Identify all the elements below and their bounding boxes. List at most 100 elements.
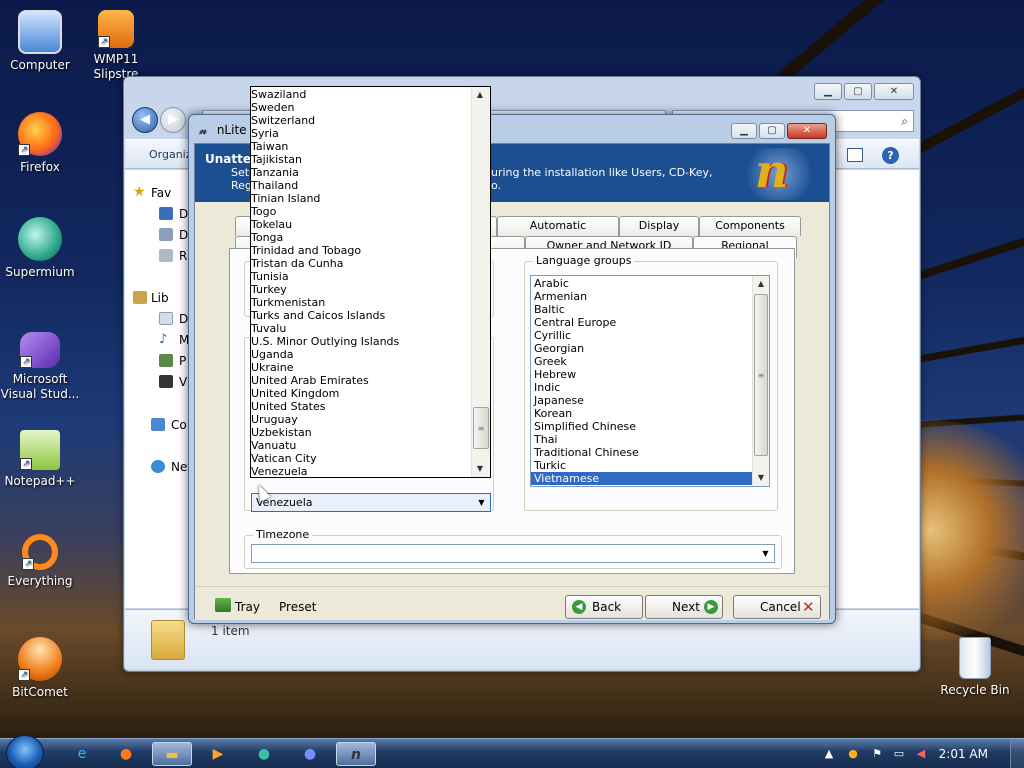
language-group-option[interactable]: Georgian xyxy=(531,342,753,355)
desktop-icon-notepad-plus-plus[interactable]: ↗ Notepad++ xyxy=(0,430,80,489)
language-group-option[interactable]: Japanese xyxy=(531,394,753,407)
language-group-option[interactable]: Vietnamese xyxy=(531,472,753,485)
country-dropdown-scrollbar[interactable]: ▲ ≡ ▼ xyxy=(471,87,490,477)
nav-computer[interactable]: Co xyxy=(171,418,187,432)
nav-desktop[interactable]: D xyxy=(179,207,188,221)
scroll-up-icon[interactable]: ▲ xyxy=(472,87,488,103)
forward-arrow-icon[interactable]: ▶ xyxy=(160,107,186,133)
country-option[interactable]: Tunisia xyxy=(251,270,473,283)
country-option[interactable]: Tajikistan xyxy=(251,153,473,166)
desktop-icon-recycle-bin[interactable]: Recycle Bin xyxy=(935,637,1015,698)
desktop-icon-everything[interactable]: ↗ Everything xyxy=(0,534,80,589)
country-option[interactable]: U.S. Minor Outlying Islands xyxy=(251,335,473,348)
desktop-icon-firefox[interactable]: ↗ Firefox xyxy=(0,112,80,175)
desktop-icon-computer[interactable]: Computer xyxy=(0,10,80,73)
nav-libraries[interactable]: Lib xyxy=(151,291,169,305)
country-option[interactable]: Uruguay xyxy=(251,413,473,426)
language-group-option[interactable]: Baltic xyxy=(531,303,753,316)
country-option[interactable]: Tuvalu xyxy=(251,322,473,335)
scroll-up-icon[interactable]: ▲ xyxy=(753,276,769,292)
nav-documents[interactable]: D xyxy=(179,312,188,326)
language-group-option[interactable]: Indic xyxy=(531,381,753,394)
preset-button[interactable]: Preset xyxy=(279,600,316,614)
back-arrow-icon[interactable]: ◀ xyxy=(132,107,158,133)
language-group-option[interactable]: Korean xyxy=(531,407,753,420)
country-option[interactable]: Turkmenistan xyxy=(251,296,473,309)
scroll-down-icon[interactable]: ▼ xyxy=(472,461,488,477)
tray-app-icon[interactable]: ● xyxy=(846,747,860,761)
country-option[interactable]: Taiwan xyxy=(251,140,473,153)
tab-automatic-updates[interactable]: Automatic Updates xyxy=(497,216,619,250)
country-dropdown-list[interactable]: Swaziland Sweden Switzerland Syria Taiwan Taj… xyxy=(250,86,491,478)
country-option[interactable]: Vanuatu xyxy=(251,439,473,452)
cancel-button[interactable]: Cancel ✕ xyxy=(733,595,821,619)
language-scrollbar[interactable]: ▲ ≡ ▼ xyxy=(752,276,769,486)
show-desktop-button[interactable] xyxy=(1010,739,1024,768)
help-icon[interactable]: ? xyxy=(882,147,899,164)
nlite-icon[interactable]: n xyxy=(336,742,376,766)
country-option[interactable]: Tokelau xyxy=(251,218,473,231)
desktop-icon-supermium[interactable]: Supermium xyxy=(0,217,80,280)
nav-pictures[interactable]: P xyxy=(179,354,186,368)
country-option[interactable]: Tonga xyxy=(251,231,473,244)
preview-pane-icon[interactable] xyxy=(847,148,863,162)
language-group-option[interactable]: Greek xyxy=(531,355,753,368)
country-option[interactable]: Switzerland xyxy=(251,114,473,127)
language-group-option[interactable]: Armenian xyxy=(531,290,753,303)
country-option[interactable]: Turkey xyxy=(251,283,473,296)
country-option[interactable]: Swaziland xyxy=(251,88,473,101)
country-option[interactable]: Venezuela xyxy=(251,465,473,478)
media-player-icon[interactable]: ▶ xyxy=(198,742,238,766)
network-icon[interactable]: ▭ xyxy=(892,747,906,761)
desktop-icon-bitcomet[interactable]: ↗ BitComet xyxy=(0,637,80,700)
country-option[interactable]: Uganda xyxy=(251,348,473,361)
country-option[interactable]: Syria xyxy=(251,127,473,140)
action-center-flag-icon[interactable]: ⚑ xyxy=(870,747,884,761)
explorer-folder-icon[interactable]: ▬ xyxy=(152,742,192,766)
scroll-down-icon[interactable]: ▼ xyxy=(753,470,769,486)
minimize-button[interactable]: ▁ xyxy=(731,123,757,139)
country-option[interactable]: Tristan da Cunha xyxy=(251,257,473,270)
language-group-option[interactable]: Arabic xyxy=(531,277,753,290)
supermium-icon[interactable]: ● xyxy=(244,742,284,766)
timezone-select[interactable]: ▼ xyxy=(251,544,775,563)
show-hidden-icons-icon[interactable]: ▲ xyxy=(822,747,836,761)
country-option[interactable]: Tinian Island xyxy=(251,192,473,205)
country-option[interactable]: Sweden xyxy=(251,101,473,114)
country-select[interactable]: Venezuela ▼ xyxy=(251,493,491,512)
country-option[interactable]: Turks and Caicos Islands xyxy=(251,309,473,322)
maximize-button[interactable]: ▢ xyxy=(844,83,872,100)
organize-button[interactable]: Organiz xyxy=(149,148,192,161)
close-button[interactable]: ✕ xyxy=(874,83,914,100)
country-option[interactable]: Trinidad and Tobago xyxy=(251,244,473,257)
minimize-button[interactable]: ▁ xyxy=(814,83,842,100)
country-option[interactable]: United Arab Emirates xyxy=(251,374,473,387)
country-option[interactable]: Ukraine xyxy=(251,361,473,374)
next-button[interactable]: Next ▶ xyxy=(645,595,723,619)
start-button[interactable] xyxy=(6,735,44,768)
close-button[interactable]: ✕ xyxy=(787,123,827,139)
tray-button[interactable]: Tray xyxy=(235,600,260,614)
nav-videos[interactable]: V xyxy=(179,375,187,389)
nav-favorites[interactable]: Fav xyxy=(151,186,171,200)
desktop-icon-visual-studio[interactable]: ↗ Microsoft Visual Stud... xyxy=(0,332,80,402)
language-group-option[interactable]: Traditional Chinese xyxy=(531,446,753,459)
firefox-icon[interactable]: ● xyxy=(106,742,146,766)
language-group-option[interactable]: Hebrew xyxy=(531,368,753,381)
country-option[interactable]: United Kingdom xyxy=(251,387,473,400)
tab-components[interactable]: Components xyxy=(699,216,801,236)
back-button[interactable]: ◀ Back xyxy=(565,595,643,619)
nav-downloads[interactable]: D xyxy=(179,228,188,242)
firefox-alt-icon[interactable]: ● xyxy=(290,742,330,766)
country-option[interactable]: Togo xyxy=(251,205,473,218)
country-option[interactable]: Thailand xyxy=(251,179,473,192)
country-option[interactable]: United States xyxy=(251,400,473,413)
language-group-option[interactable]: Central Europe xyxy=(531,316,753,329)
language-group-option[interactable]: Thai xyxy=(531,433,753,446)
nav-recent[interactable]: R xyxy=(179,249,187,263)
volume-muted-icon[interactable]: ◀ xyxy=(914,747,928,761)
language-group-option[interactable]: Turkic xyxy=(531,459,753,472)
chevron-down-icon[interactable]: ▼ xyxy=(758,546,773,561)
chevron-down-icon[interactable]: ▼ xyxy=(474,495,489,510)
internet-explorer-icon[interactable]: e xyxy=(62,742,102,766)
